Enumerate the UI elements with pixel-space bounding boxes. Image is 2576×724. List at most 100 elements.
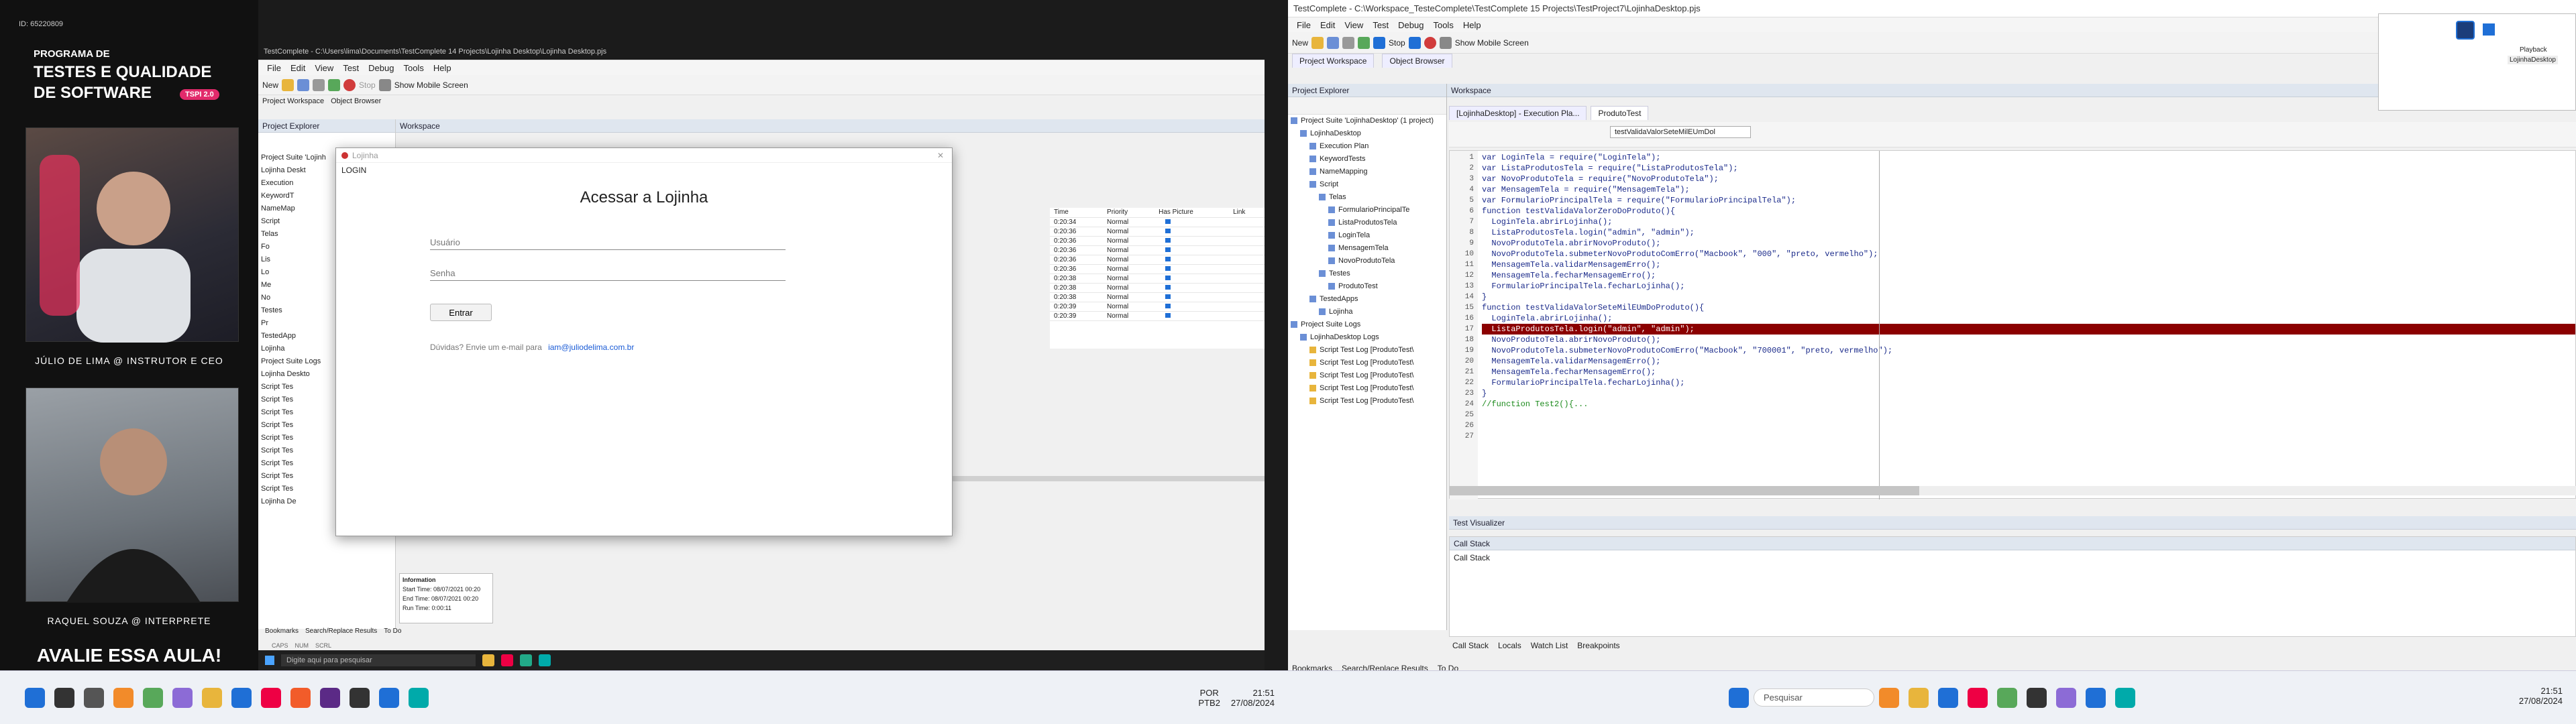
code-line[interactable]: var ListaProdutosTela = require("ListaPr… [1482, 163, 2575, 174]
tree-node[interactable]: MensagemTela [1291, 242, 1446, 255]
code-line[interactable]: } [1482, 388, 2575, 399]
code-line[interactable]: MensagemTela.validarMensagemErro(); [1482, 356, 2575, 367]
stop-button[interactable]: Stop [1389, 38, 1405, 48]
pause-icon[interactable] [1408, 36, 1421, 49]
code-line[interactable]: var MensagemTela = require("MensagemTela… [1482, 184, 2575, 195]
code-line[interactable]: var FormularioPrincipalTela = require("F… [1482, 195, 2575, 206]
code-line[interactable]: FormularioPrincipalTela.fecharLojinha(); [1482, 281, 2575, 292]
vscode-icon[interactable] [2086, 687, 2106, 708]
tab-object-browser[interactable]: Object Browser [1382, 53, 1452, 68]
picture-icon[interactable] [1165, 256, 1171, 261]
tree-node[interactable]: Execution Plan [1291, 140, 1446, 153]
app-icon[interactable] [143, 687, 163, 708]
code-line[interactable]: NovoProdutoTela.abrirNovoProduto(); [1482, 335, 2575, 345]
log-row[interactable]: 0:20:34 Normal [1050, 217, 1265, 227]
show-mobile-screen-button[interactable]: Show Mobile Screen [1455, 38, 1529, 48]
save-icon[interactable] [1327, 36, 1340, 49]
menu-test[interactable]: Test [1368, 20, 1393, 30]
log-row[interactable]: 0:20:36 Normal [1050, 245, 1265, 255]
log-row[interactable]: 0:20:38 Normal [1050, 283, 1265, 293]
menu-edit[interactable]: Edit [286, 63, 310, 73]
code-editor[interactable]: 1 2 3 4 5 6 7 8 9 10 11 12 13 14 15 16 17 18 19 20 21 22 23 24 2… [1449, 150, 2576, 499]
code-line[interactable]: function testValidaValorZeroDoProduto(){ [1482, 206, 2575, 217]
code-line[interactable]: var NovoProdutoTela = require("NovoProdu… [1482, 174, 2575, 184]
mobile-icon[interactable] [378, 78, 391, 91]
code-line[interactable]: MensagemTela.fecharMensagemErro(); [1482, 367, 2575, 377]
testcomplete-icon[interactable] [2115, 687, 2135, 708]
menu-tools[interactable]: Tools [398, 63, 428, 73]
password-input[interactable] [430, 266, 786, 281]
tree-node[interactable]: Testes [1291, 267, 1446, 280]
log-column-header[interactable]: Has Picture [1155, 208, 1230, 218]
tab-project-workspace[interactable]: Project Workspace [262, 97, 324, 105]
folder-icon[interactable] [482, 654, 494, 666]
menu-debug[interactable]: Debug [364, 63, 398, 73]
windows-start-icon[interactable] [265, 656, 274, 665]
tree-node[interactable]: Script [1291, 178, 1446, 191]
tree-node[interactable]: LojinhaDesktop Logs [1291, 331, 1446, 344]
code-line[interactable]: FormularioPrincipalTela.fecharLojinha(); [1482, 377, 2575, 388]
tree-node[interactable]: Script Test Log [ProdutoTest\ [1291, 395, 1446, 408]
menu-help[interactable]: Help [429, 63, 456, 73]
log-row[interactable]: 0:20:38 Normal [1050, 274, 1265, 284]
debug-tab[interactable]: Watch List [1531, 641, 1568, 650]
edge-icon[interactable] [1938, 687, 1958, 708]
run-icon[interactable] [1358, 36, 1371, 49]
stop-square-icon[interactable] [1373, 36, 1386, 49]
tree-node[interactable]: KeywordTests [1291, 153, 1446, 166]
tree-node[interactable]: NameMapping [1291, 166, 1446, 178]
left-clock[interactable]: 21:51 27/08/2024 [1231, 688, 1275, 708]
picture-icon[interactable] [1165, 265, 1171, 271]
log-row[interactable]: 0:20:36 Normal [1050, 227, 1265, 237]
log-row[interactable]: 0:20:39 Normal [1050, 302, 1265, 312]
playback-pause-icon[interactable] [2483, 23, 2495, 36]
app-icon[interactable] [113, 687, 133, 708]
menu-test[interactable]: Test [338, 63, 364, 73]
new-button[interactable]: New [262, 80, 278, 90]
tree-node[interactable]: NovoProdutoTela [1291, 255, 1446, 267]
tree-node[interactable]: LojinhaDesktop [1291, 127, 1446, 140]
vscode-icon[interactable] [379, 687, 399, 708]
firefox-icon[interactable] [290, 687, 311, 708]
log-row[interactable]: 0:20:38 Normal [1050, 292, 1265, 302]
menu-file[interactable]: File [262, 63, 286, 73]
show-mobile-screen-button[interactable]: Show Mobile Screen [394, 80, 468, 90]
tree-node[interactable]: Telas [1291, 191, 1446, 204]
tree-node[interactable]: ProdutoTest [1291, 280, 1446, 293]
code-line[interactable]: MensagemTela.validarMensagemErro(); [1482, 259, 2575, 270]
menu-file[interactable]: File [1292, 20, 1316, 30]
tab-search-replace[interactable]: Search/Replace Results [305, 627, 377, 635]
code-line[interactable]: MensagemTela.fecharMensagemErro(); [1482, 270, 2575, 281]
tab-object-browser[interactable]: Object Browser [331, 97, 381, 105]
run-icon[interactable] [328, 78, 341, 91]
log-column-header[interactable]: Link [1229, 208, 1265, 218]
app-icon[interactable] [172, 687, 193, 708]
tree-node[interactable]: LoginTela [1291, 229, 1446, 242]
undo-icon[interactable] [1342, 36, 1355, 49]
task-view-icon[interactable] [84, 687, 104, 708]
picture-icon[interactable] [1165, 284, 1171, 290]
code-line[interactable]: NovoProdutoTela.submeterNovoProdutoComEr… [1482, 345, 2575, 356]
tab-project-workspace[interactable]: Project Workspace [1292, 53, 1375, 68]
tab-bookmarks[interactable]: Bookmarks [265, 627, 299, 635]
app-icon[interactable] [1879, 687, 1899, 708]
windows-start-icon[interactable] [25, 687, 45, 708]
chrome-icon[interactable] [261, 687, 281, 708]
app-icon[interactable] [320, 687, 340, 708]
debug-tab[interactable]: Breakpoints [1577, 641, 1619, 650]
picture-icon[interactable] [1165, 219, 1171, 224]
code-line[interactable]: function testValidaValorSeteMilEUmDoProd… [1482, 302, 2575, 313]
code-line[interactable]: LoginTela.abrirLojinha(); [1482, 313, 2575, 324]
app-icon[interactable] [2056, 687, 2076, 708]
tree-node[interactable]: Project Suite Logs [1291, 318, 1446, 331]
picture-icon[interactable] [1165, 275, 1171, 280]
stop-button[interactable]: Stop [359, 80, 376, 90]
open-icon[interactable] [1311, 36, 1324, 49]
tree-node[interactable]: FormularioPrincipalTe [1291, 204, 1446, 217]
undo-icon[interactable] [313, 78, 325, 91]
folder-icon[interactable] [1909, 687, 1929, 708]
chrome-icon[interactable] [501, 654, 513, 666]
menu-help[interactable]: Help [1458, 20, 1486, 30]
left-lang-indicator[interactable]: POR PTB2 [1198, 688, 1220, 708]
picture-icon[interactable] [1165, 303, 1171, 308]
